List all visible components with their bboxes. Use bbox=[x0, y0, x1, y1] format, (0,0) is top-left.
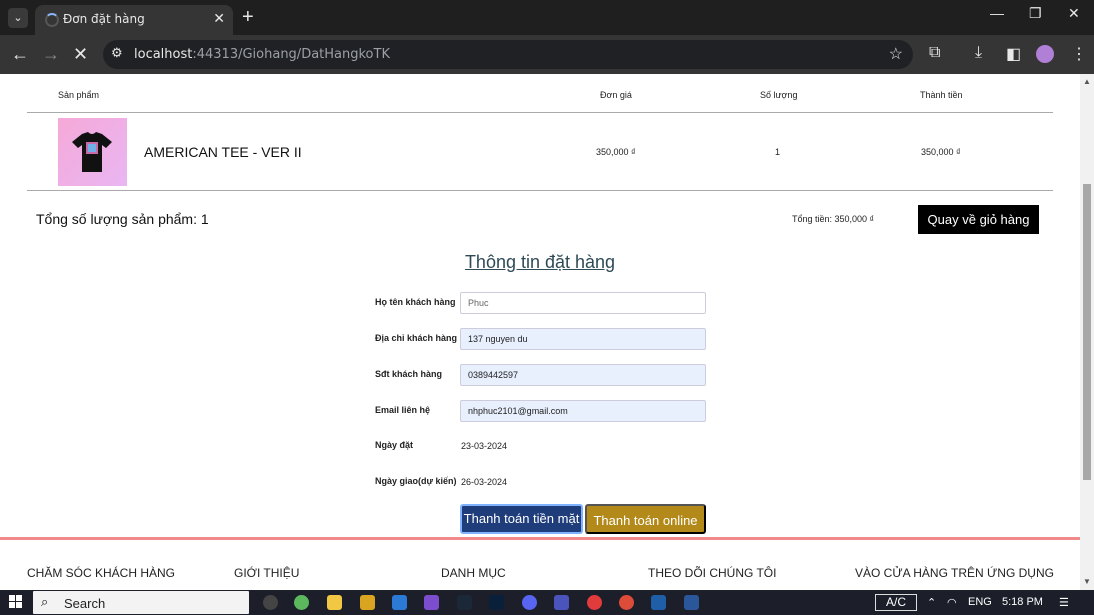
delivery-date-label: Ngày giao(dự kiến) bbox=[375, 476, 457, 486]
footer-follow-us[interactable]: THEO DÕI CHÚNG TÔI bbox=[648, 566, 776, 580]
product-subtotal: 350,000 ₫ bbox=[921, 147, 961, 157]
product-quantity: 1 bbox=[775, 147, 781, 157]
steam-icon[interactable] bbox=[457, 595, 472, 610]
header-subtotal: Thành tiền bbox=[920, 90, 963, 100]
back-arrow-icon[interactable]: ← bbox=[11, 44, 29, 65]
table-divider bbox=[27, 190, 1053, 191]
more-menu-icon[interactable]: ⋮ bbox=[1071, 44, 1087, 64]
photoshop-icon[interactable] bbox=[489, 595, 504, 610]
pay-online-button[interactable]: Thanh toán online bbox=[585, 504, 706, 534]
tray-chevron-icon[interactable]: ⌃ bbox=[927, 596, 936, 609]
name-label: Họ tên khách hàng bbox=[375, 297, 456, 307]
footer-about[interactable]: GIỚI THIỆU bbox=[234, 566, 299, 580]
table-divider bbox=[27, 112, 1053, 113]
order-date-value: 23-03-2024 bbox=[461, 441, 508, 451]
tab-search-chevron-icon[interactable]: ⌄ bbox=[8, 8, 28, 28]
task-view-icon[interactable] bbox=[263, 595, 278, 610]
minimize-icon[interactable]: — bbox=[990, 5, 1004, 21]
customer-email-input[interactable]: nhphuc2101@gmail.com bbox=[460, 400, 706, 422]
taskbar-search[interactable]: ⌕ Search bbox=[33, 591, 249, 614]
visual-studio-icon[interactable] bbox=[424, 595, 439, 610]
header-quantity: Số lượng bbox=[760, 90, 798, 100]
app-yellow-icon[interactable] bbox=[360, 595, 375, 610]
url-text: localhost:44313/Giohang/DatHangkoTK bbox=[134, 47, 390, 62]
download-icon[interactable]: ⤓ bbox=[975, 44, 982, 62]
teams-icon[interactable] bbox=[554, 595, 569, 610]
sql-server-icon[interactable] bbox=[651, 595, 666, 610]
order-info-title: Thông tin đặt hàng bbox=[464, 252, 616, 272]
tab-title: Đơn đặt hàng bbox=[63, 12, 145, 26]
ac-indicator[interactable]: A/C bbox=[875, 594, 917, 611]
delivery-date-value: 26-03-2024 bbox=[461, 477, 508, 487]
page-scrollbar[interactable]: ▲ ▼ bbox=[1080, 74, 1094, 590]
url-host: localhost bbox=[134, 47, 193, 62]
loading-spinner-icon bbox=[45, 13, 59, 27]
footer-customer-care[interactable]: CHĂM SÓC KHÁCH HÀNG bbox=[27, 566, 175, 580]
new-tab-icon[interactable]: + bbox=[242, 6, 254, 29]
vscode-icon[interactable] bbox=[392, 595, 407, 610]
restore-icon[interactable]: ❐ bbox=[1029, 5, 1042, 22]
stop-loading-icon[interactable]: ✕ bbox=[73, 44, 88, 65]
product-image bbox=[58, 118, 127, 186]
t-shirt-icon bbox=[72, 132, 112, 172]
footer-app-store[interactable]: VÀO CỬA HÀNG TRÊN ỨNG DỤNG bbox=[855, 566, 1054, 580]
language-indicator[interactable]: ENG bbox=[968, 596, 992, 608]
url-path: :44313/Giohang/DatHangkoTK bbox=[192, 47, 390, 62]
browser-tab-bar: ⌄ Đơn đặt hàng ✕ + — ❐ ✕ bbox=[0, 0, 1094, 35]
phone-label: Sđt khách hàng bbox=[375, 369, 443, 379]
address-label: Địa chỉ khách hàng bbox=[375, 333, 458, 343]
taskbar-search-text: Search bbox=[64, 596, 106, 611]
windows-taskbar: ⌕ Search A/C ⌃ ◠ ENG 5:18 PM ☰ bbox=[0, 590, 1094, 615]
address-bar[interactable]: ⚙ localhost:44313/Giohang/DatHangkoTK ☆ bbox=[103, 40, 913, 69]
customer-name-input[interactable]: Phuc bbox=[460, 292, 706, 314]
bookmark-star-icon[interactable]: ☆ bbox=[889, 44, 903, 64]
forward-arrow-icon[interactable]: → bbox=[42, 44, 60, 65]
scroll-down-icon[interactable]: ▼ bbox=[1083, 577, 1091, 586]
back-to-cart-button[interactable]: Quay về giỏ hàng bbox=[918, 205, 1039, 234]
customer-phone-input[interactable]: 0389442597 bbox=[460, 364, 706, 386]
discord-icon[interactable] bbox=[522, 595, 537, 610]
window-close-icon[interactable]: ✕ bbox=[1068, 5, 1080, 22]
app-green-icon[interactable] bbox=[294, 595, 309, 610]
clock[interactable]: 5:18 PM bbox=[1002, 596, 1043, 608]
close-tab-icon[interactable]: ✕ bbox=[213, 10, 225, 27]
browser-toolbar: ← → ✕ ⚙ localhost:44313/Giohang/DatHangk… bbox=[0, 35, 1094, 74]
footer-categories[interactable]: DANH MỤC bbox=[441, 566, 506, 580]
customer-address-input[interactable]: 137 nguyen du bbox=[460, 328, 706, 350]
email-label: Email liên hệ bbox=[375, 405, 431, 415]
header-unit-price: Đơn giá bbox=[600, 90, 632, 100]
word-icon[interactable] bbox=[684, 595, 699, 610]
page-viewport: Sản phẩm Đơn giá Số lượng Thành tiền AME… bbox=[0, 74, 1080, 590]
scroll-up-icon[interactable]: ▲ bbox=[1083, 77, 1091, 86]
order-date-label: Ngày đặt bbox=[375, 440, 414, 450]
chrome-icon[interactable] bbox=[619, 595, 634, 610]
product-price: 350,000 ₫ bbox=[596, 147, 636, 157]
total-quantity: Tổng số lượng sản phẩm: 1 bbox=[36, 211, 209, 227]
scroll-thumb[interactable] bbox=[1083, 184, 1091, 480]
app-red-icon[interactable] bbox=[587, 595, 602, 610]
side-panel-icon[interactable]: ◧ bbox=[1006, 44, 1021, 64]
wifi-icon[interactable]: ◠ bbox=[947, 596, 957, 609]
pay-cash-button[interactable]: Thanh toán tiền mặt bbox=[460, 504, 583, 534]
extensions-icon[interactable]: ⧉ bbox=[929, 44, 940, 62]
profile-avatar[interactable] bbox=[1036, 45, 1054, 63]
product-name: AMERICAN TEE - VER II bbox=[144, 144, 302, 160]
notification-icon[interactable]: ☰ bbox=[1059, 596, 1069, 609]
site-info-icon[interactable]: ⚙ bbox=[111, 45, 123, 61]
footer-divider bbox=[0, 537, 1080, 540]
header-product: Sản phẩm bbox=[58, 90, 100, 100]
total-amount: Tổng tiền: 350,000 ₫ bbox=[792, 214, 875, 224]
file-explorer-icon[interactable] bbox=[327, 595, 342, 610]
browser-tab[interactable]: Đơn đặt hàng ✕ bbox=[35, 5, 233, 35]
search-icon: ⌕ bbox=[41, 594, 49, 609]
windows-start-icon[interactable] bbox=[9, 595, 23, 609]
